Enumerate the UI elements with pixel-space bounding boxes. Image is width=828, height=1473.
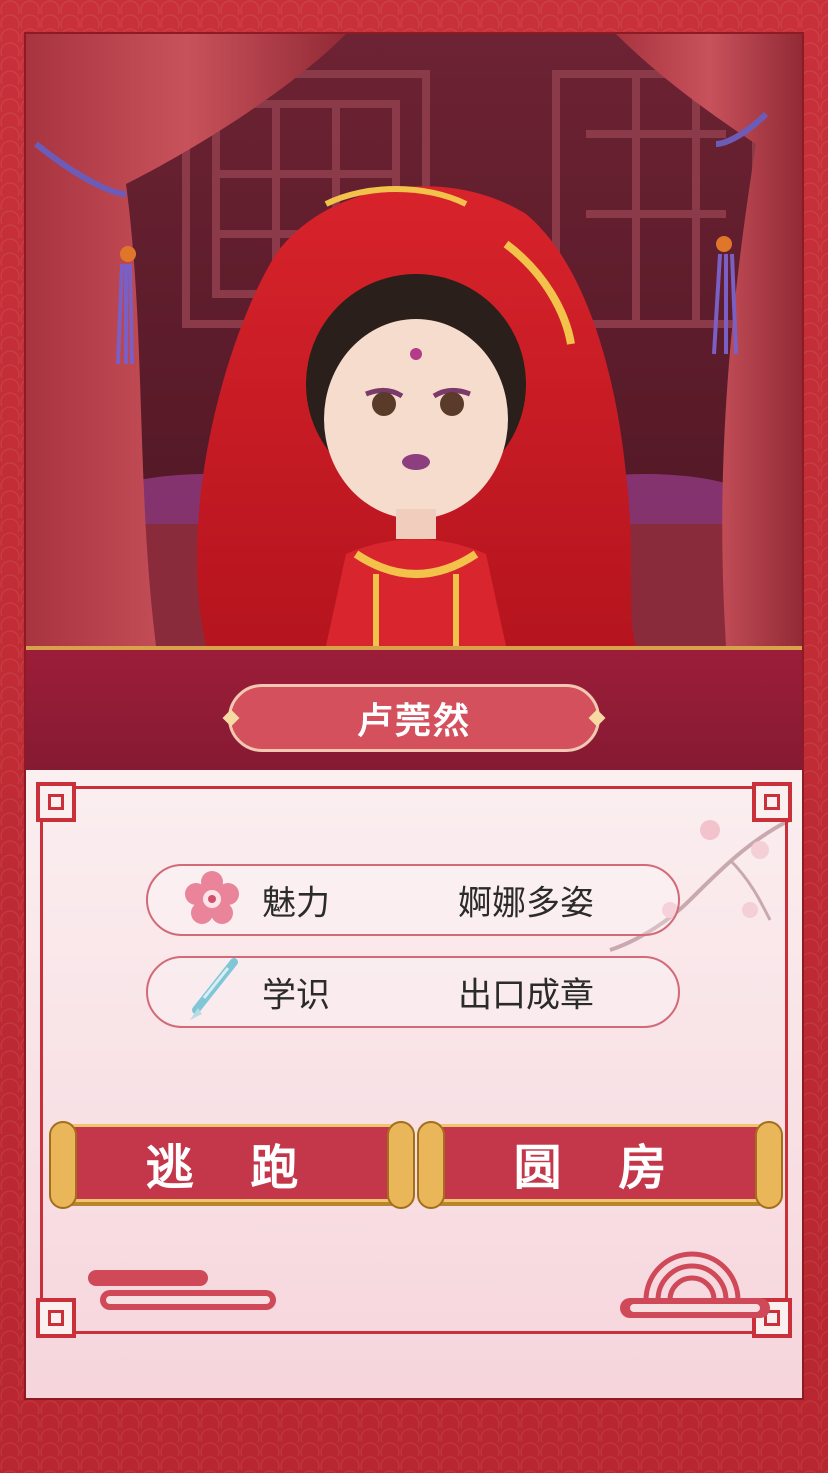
cloud-ornament-right (620, 1251, 770, 1318)
stat-row-learning: 学识 出口成章 (146, 956, 680, 1028)
button-scroll-cap-icon (417, 1121, 445, 1209)
character-name-plate: 卢莞然 (222, 684, 606, 752)
bride-portrait (26, 34, 802, 650)
stat-label: 学识 (262, 975, 330, 1016)
character-name: 卢莞然 (356, 701, 471, 742)
fret-corner-icon (36, 1298, 76, 1338)
stat-row-charm: 魅力 婀娜多姿 (146, 864, 680, 936)
plum-blossom-icon (184, 870, 240, 930)
brush-icon (184, 958, 240, 1026)
button-scroll-cap-icon (755, 1121, 783, 1209)
fret-corner-icon (36, 782, 76, 822)
stat-value: 出口成章 (458, 975, 594, 1016)
stat-label: 魅力 (262, 883, 330, 924)
cloud-ornament-left (88, 1270, 276, 1310)
button-scroll-cap-icon (49, 1121, 77, 1209)
stat-value: 婀娜多姿 (458, 883, 594, 924)
consummate-button-label: 圆 房 (513, 1140, 687, 1196)
consummate-button[interactable]: 圆 房 (417, 1121, 783, 1209)
button-scroll-cap-icon (387, 1121, 415, 1209)
escape-button[interactable]: 逃 跑 (49, 1121, 415, 1209)
fret-corner-icon (752, 782, 792, 822)
escape-button-label: 逃 跑 (145, 1140, 319, 1196)
